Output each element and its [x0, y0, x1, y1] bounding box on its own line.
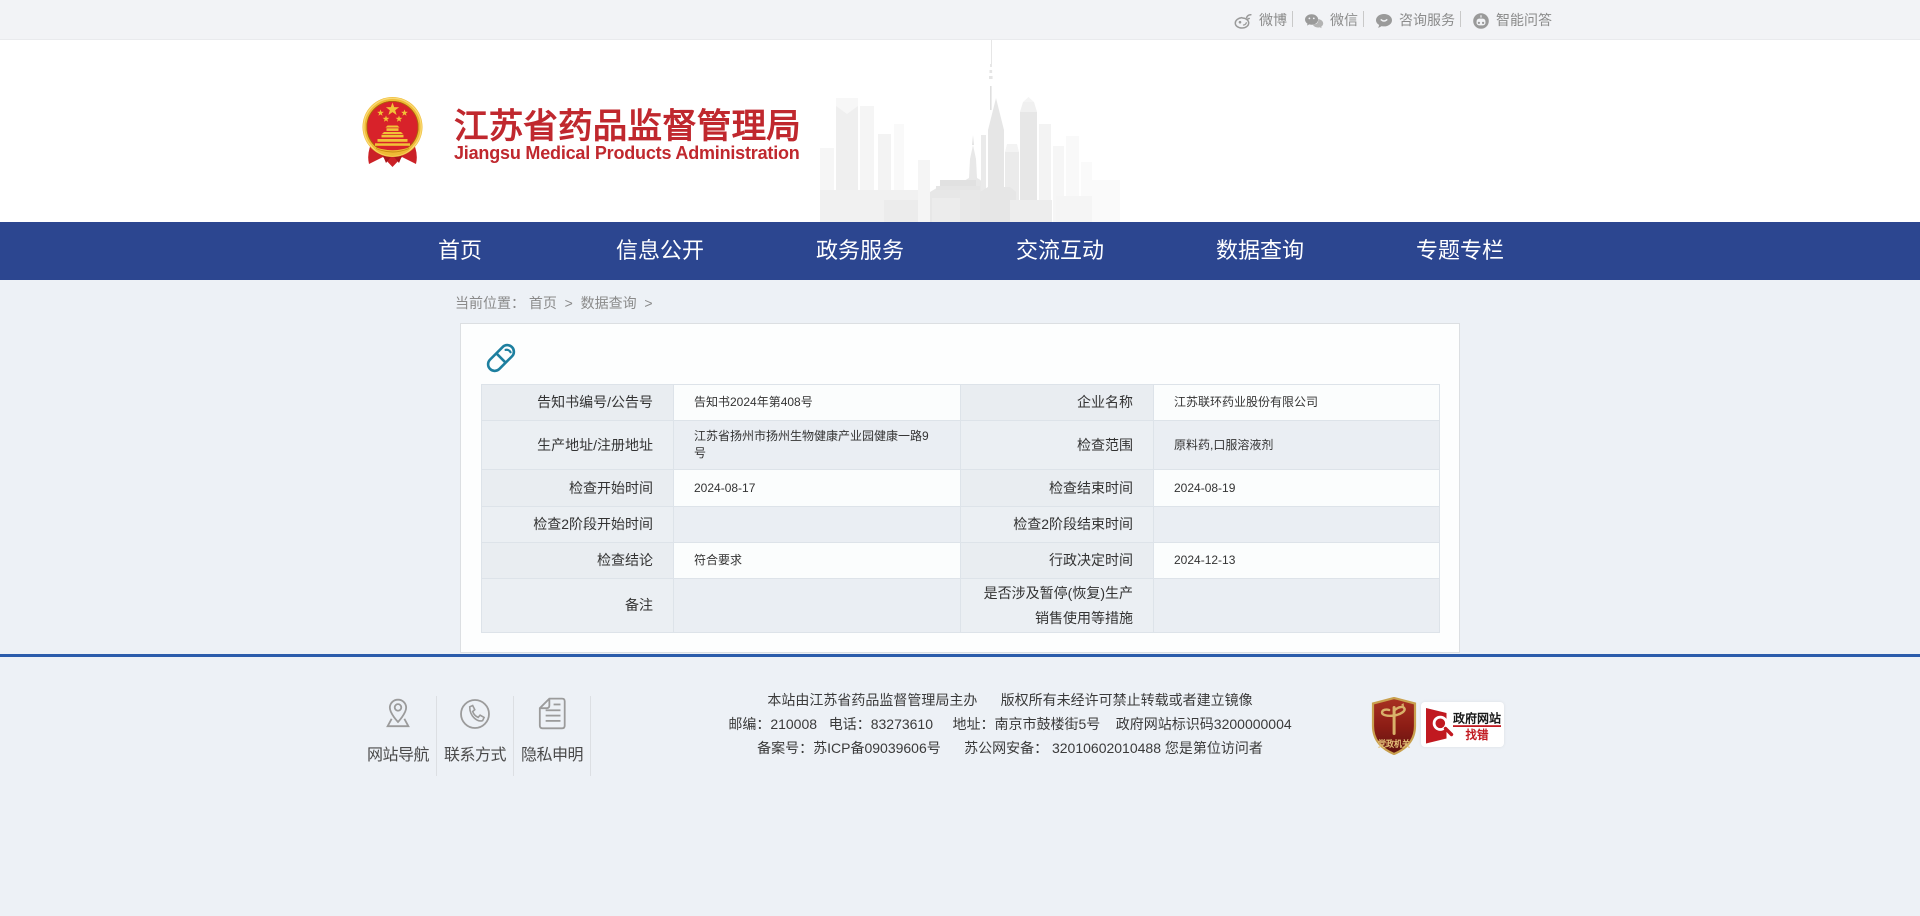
- svg-text:党政机关: 党政机关: [1378, 738, 1410, 749]
- svg-text:政府网站: 政府网站: [1453, 711, 1501, 726]
- svg-text:找错: 找错: [1466, 727, 1489, 742]
